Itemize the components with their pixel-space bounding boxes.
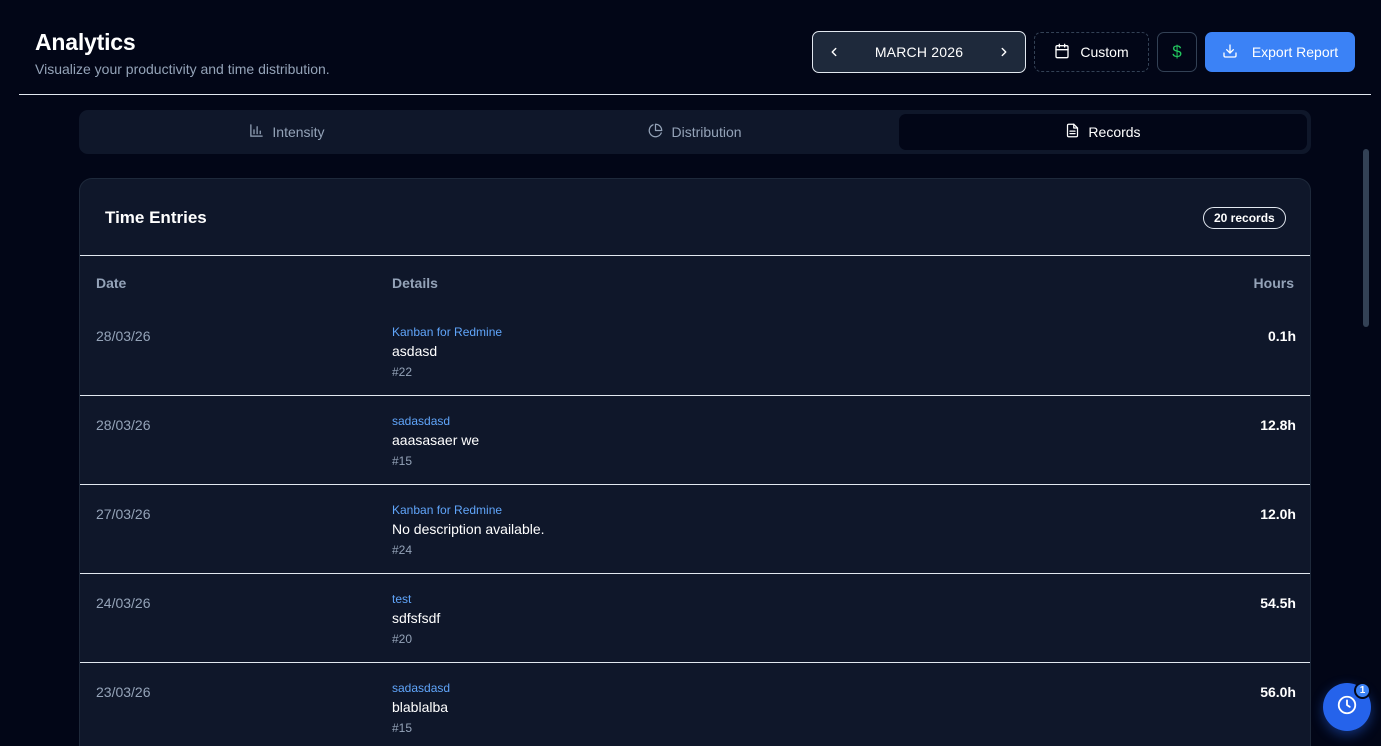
clock-icon <box>1336 694 1358 721</box>
entry-description: No description available. <box>392 521 545 537</box>
page-header: Analytics Visualize your productivity an… <box>0 0 1381 95</box>
tab-intensity-label: Intensity <box>272 124 325 140</box>
tab-intensity[interactable]: Intensity <box>83 114 491 150</box>
entry-date: 27/03/26 <box>96 506 151 522</box>
entry-issue-number: #15 <box>392 721 413 735</box>
download-icon <box>1222 43 1238 62</box>
table-row[interactable]: 28/03/26 Kanban for Redmine asdasd #22 0… <box>80 307 1310 396</box>
tab-distribution[interactable]: Distribution <box>491 114 899 150</box>
current-month-label: MARCH 2026 <box>874 44 964 60</box>
entry-description: asdasd <box>392 343 438 359</box>
month-navigator: MARCH 2026 <box>812 31 1026 73</box>
entry-hours: 56.0h <box>1260 684 1296 700</box>
view-tabs: Intensity Distribution Records <box>79 110 1311 154</box>
currency-toggle-button[interactable]: $ <box>1157 32 1197 72</box>
entry-date: 28/03/26 <box>96 417 151 433</box>
page-scrollbar[interactable] <box>1363 149 1369 327</box>
entry-project-link[interactable]: sadasdasd <box>392 414 450 428</box>
time-entries-card: Time Entries 20 records Date Details Hou… <box>79 178 1311 746</box>
entry-hours: 0.1h <box>1267 328 1296 344</box>
file-text-icon <box>1065 123 1080 141</box>
entry-hours: 12.0h <box>1260 506 1296 522</box>
table-row[interactable]: 27/03/26 Kanban for Redmine No descripti… <box>80 485 1310 574</box>
entry-hours: 54.5h <box>1260 595 1296 611</box>
analytics-page: Analytics Visualize your productivity an… <box>0 0 1381 746</box>
column-header-details: Details <box>392 275 438 291</box>
entry-issue-number: #15 <box>392 454 413 468</box>
entry-date: 23/03/26 <box>96 684 151 700</box>
entry-hours: 12.8h <box>1260 417 1296 433</box>
calendar-icon <box>1054 43 1070 62</box>
entry-issue-number: #24 <box>392 543 413 557</box>
tab-records[interactable]: Records <box>899 114 1307 150</box>
records-count-badge: 20 records <box>1203 207 1286 229</box>
header-divider <box>19 94 1371 95</box>
card-title: Time Entries <box>105 208 207 227</box>
entry-description: blablalba <box>392 699 449 715</box>
card-divider <box>80 255 1310 256</box>
export-report-button[interactable]: Export Report <box>1205 32 1355 72</box>
column-header-date: Date <box>96 275 127 291</box>
tab-records-label: Records <box>1088 124 1141 140</box>
bar-chart-icon <box>249 123 264 141</box>
custom-range-label: Custom <box>1080 44 1129 60</box>
entry-description: aaasasaer we <box>392 432 480 448</box>
page-subtitle: Visualize your productivity and time dis… <box>35 61 330 77</box>
entry-issue-number: #22 <box>392 365 413 379</box>
page-title: Analytics <box>35 29 136 55</box>
entry-issue-number: #20 <box>392 632 413 646</box>
entry-date: 24/03/26 <box>96 595 151 611</box>
entry-project-link[interactable]: sadasdasd <box>392 681 450 695</box>
export-report-label: Export Report <box>1251 44 1339 60</box>
table-row[interactable]: 24/03/26 test sdfsfsdf #20 54.5h <box>80 574 1310 663</box>
entry-project-link[interactable]: test <box>392 592 411 606</box>
tab-distribution-label: Distribution <box>671 124 742 140</box>
chevron-left-icon[interactable] <box>825 43 843 61</box>
entries-table-body: 28/03/26 Kanban for Redmine asdasd #22 0… <box>80 307 1310 746</box>
column-header-hours: Hours <box>1253 275 1294 291</box>
entry-description: sdfsfsdf <box>392 610 441 626</box>
table-row[interactable]: 28/03/26 sadasdasd aaasasaer we #15 12.8… <box>80 396 1310 485</box>
entry-project-link[interactable]: Kanban for Redmine <box>392 325 502 339</box>
chevron-right-icon[interactable] <box>995 43 1013 61</box>
entry-date: 28/03/26 <box>96 328 151 344</box>
table-row[interactable]: 23/03/26 sadasdasd blablalba #15 56.0h <box>80 663 1310 746</box>
pie-chart-icon <box>648 123 663 141</box>
notification-badge: 1 <box>1354 682 1371 699</box>
entry-project-link[interactable]: Kanban for Redmine <box>392 503 502 517</box>
dollar-icon: $ <box>1172 42 1182 61</box>
custom-range-button[interactable]: Custom <box>1034 32 1149 72</box>
